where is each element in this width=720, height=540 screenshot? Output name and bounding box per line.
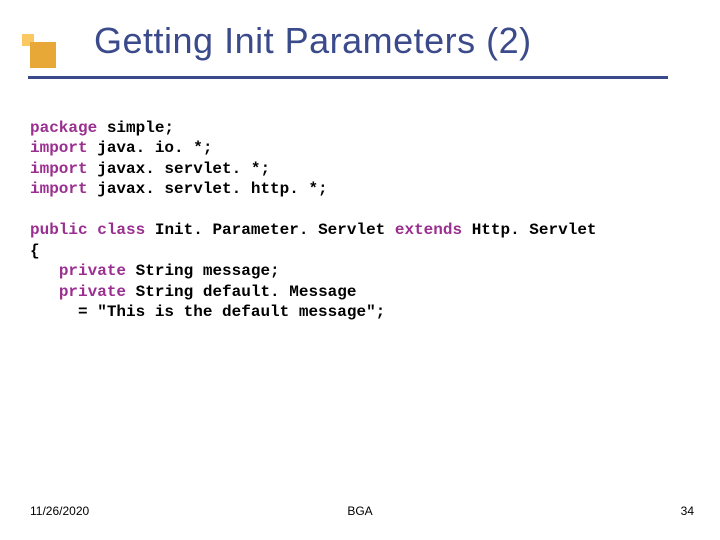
superclass-name: Http. Servlet bbox=[462, 221, 596, 239]
indent bbox=[30, 303, 78, 321]
code-content: package simple; import java. io. *; impo… bbox=[0, 70, 720, 323]
field-decl: String message; bbox=[126, 262, 280, 280]
indent bbox=[30, 283, 59, 301]
slide-title: Getting Init Parameters (2) bbox=[0, 20, 720, 62]
keyword-public: public bbox=[30, 221, 88, 239]
brace-open: { bbox=[30, 242, 40, 260]
footer-center: BGA bbox=[30, 504, 690, 518]
space bbox=[88, 221, 98, 239]
indent bbox=[30, 262, 59, 280]
footer: 11/26/2020 BGA 34 bbox=[0, 504, 720, 518]
field-decl: String default. Message bbox=[126, 283, 356, 301]
title-underline bbox=[28, 76, 668, 79]
import-stmt: javax. servlet. http. *; bbox=[88, 180, 328, 198]
import-stmt: javax. servlet. *; bbox=[88, 160, 270, 178]
footer-page-number: 34 bbox=[681, 504, 694, 518]
keyword-package: package bbox=[30, 119, 97, 137]
title-bullet-graphic bbox=[24, 28, 78, 78]
field-assign: = "This is the default message"; bbox=[78, 303, 385, 321]
keyword-import: import bbox=[30, 139, 88, 157]
class-name: Init. Parameter. Servlet bbox=[145, 221, 395, 239]
keyword-private: private bbox=[59, 262, 126, 280]
decor-square-large bbox=[30, 42, 56, 68]
package-name: simple; bbox=[97, 119, 174, 137]
keyword-import: import bbox=[30, 180, 88, 198]
keyword-private: private bbox=[59, 283, 126, 301]
keyword-import: import bbox=[30, 160, 88, 178]
footer-date: 11/26/2020 bbox=[30, 504, 89, 518]
import-stmt: java. io. *; bbox=[88, 139, 213, 157]
keyword-extends: extends bbox=[395, 221, 462, 239]
keyword-class: class bbox=[97, 221, 145, 239]
